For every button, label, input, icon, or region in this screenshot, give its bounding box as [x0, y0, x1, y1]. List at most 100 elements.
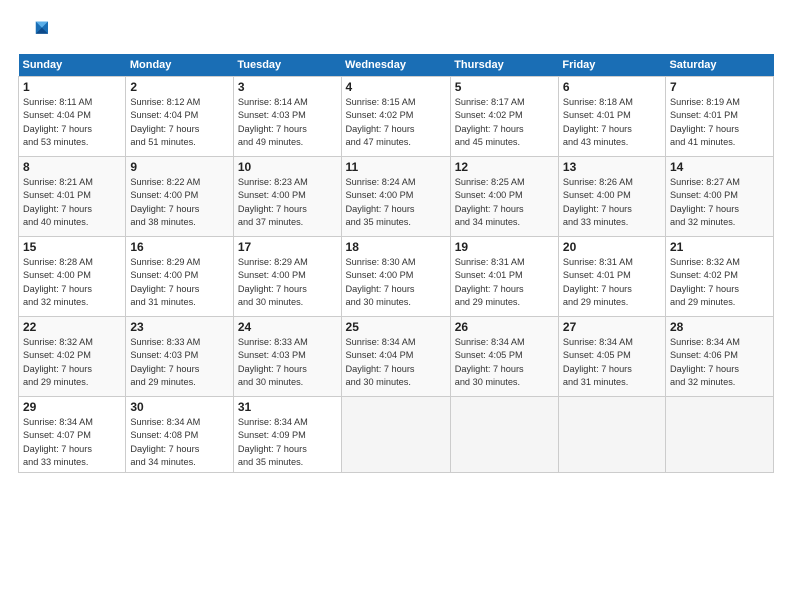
col-header-friday: Friday — [558, 54, 665, 77]
day-info: Sunrise: 8:18 AM Sunset: 4:01 PM Dayligh… — [563, 96, 661, 149]
daylight-label: Daylight: 7 hours — [23, 364, 92, 374]
daylight-label: Daylight: 7 hours — [23, 444, 92, 454]
day-cell: 3 Sunrise: 8:14 AM Sunset: 4:03 PM Dayli… — [233, 77, 341, 157]
daylight-minutes: and 49 minutes. — [238, 137, 303, 147]
day-info: Sunrise: 8:21 AM Sunset: 4:01 PM Dayligh… — [23, 176, 121, 229]
day-number: 28 — [670, 320, 769, 334]
day-number: 26 — [455, 320, 554, 334]
daylight-minutes: and 30 minutes. — [455, 377, 520, 387]
daylight-minutes: and 33 minutes. — [23, 457, 88, 467]
day-info: Sunrise: 8:34 AM Sunset: 4:09 PM Dayligh… — [238, 416, 337, 469]
day-cell: 27 Sunrise: 8:34 AM Sunset: 4:05 PM Dayl… — [558, 317, 665, 397]
daylight-minutes: and 41 minutes. — [670, 137, 735, 147]
daylight-label: Daylight: 7 hours — [346, 204, 415, 214]
day-cell: 17 Sunrise: 8:29 AM Sunset: 4:00 PM Dayl… — [233, 237, 341, 317]
day-cell: 13 Sunrise: 8:26 AM Sunset: 4:00 PM Dayl… — [558, 157, 665, 237]
sunset-label: Sunset: 4:00 PM — [130, 270, 198, 280]
daylight-label: Daylight: 7 hours — [455, 364, 524, 374]
sunset-label: Sunset: 4:02 PM — [670, 270, 738, 280]
day-cell: 20 Sunrise: 8:31 AM Sunset: 4:01 PM Dayl… — [558, 237, 665, 317]
day-info: Sunrise: 8:31 AM Sunset: 4:01 PM Dayligh… — [563, 256, 661, 309]
daylight-minutes: and 38 minutes. — [130, 217, 195, 227]
header-row: SundayMondayTuesdayWednesdayThursdayFrid… — [19, 54, 774, 77]
sunrise-label: Sunrise: 8:18 AM — [563, 97, 633, 107]
sunset-label: Sunset: 4:02 PM — [23, 350, 91, 360]
day-number: 8 — [23, 160, 121, 174]
day-number: 20 — [563, 240, 661, 254]
daylight-label: Daylight: 7 hours — [238, 444, 307, 454]
daylight-minutes: and 30 minutes. — [238, 297, 303, 307]
day-info: Sunrise: 8:28 AM Sunset: 4:00 PM Dayligh… — [23, 256, 121, 309]
sunrise-label: Sunrise: 8:34 AM — [346, 337, 416, 347]
sunset-label: Sunset: 4:00 PM — [23, 270, 91, 280]
day-cell: 22 Sunrise: 8:32 AM Sunset: 4:02 PM Dayl… — [19, 317, 126, 397]
sunrise-label: Sunrise: 8:32 AM — [23, 337, 93, 347]
daylight-label: Daylight: 7 hours — [563, 284, 632, 294]
sunset-label: Sunset: 4:09 PM — [238, 430, 306, 440]
daylight-label: Daylight: 7 hours — [238, 284, 307, 294]
day-info: Sunrise: 8:22 AM Sunset: 4:00 PM Dayligh… — [130, 176, 229, 229]
day-number: 6 — [563, 80, 661, 94]
day-info: Sunrise: 8:34 AM Sunset: 4:06 PM Dayligh… — [670, 336, 769, 389]
sunrise-label: Sunrise: 8:33 AM — [130, 337, 200, 347]
daylight-label: Daylight: 7 hours — [670, 124, 739, 134]
day-cell: 12 Sunrise: 8:25 AM Sunset: 4:00 PM Dayl… — [450, 157, 558, 237]
day-number: 22 — [23, 320, 121, 334]
daylight-minutes: and 30 minutes. — [346, 377, 411, 387]
daylight-label: Daylight: 7 hours — [670, 284, 739, 294]
day-cell: 11 Sunrise: 8:24 AM Sunset: 4:00 PM Dayl… — [341, 157, 450, 237]
sunrise-label: Sunrise: 8:29 AM — [130, 257, 200, 267]
day-info: Sunrise: 8:23 AM Sunset: 4:00 PM Dayligh… — [238, 176, 337, 229]
daylight-label: Daylight: 7 hours — [455, 284, 524, 294]
daylight-minutes: and 53 minutes. — [23, 137, 88, 147]
daylight-minutes: and 30 minutes. — [238, 377, 303, 387]
day-number: 1 — [23, 80, 121, 94]
day-info: Sunrise: 8:15 AM Sunset: 4:02 PM Dayligh… — [346, 96, 446, 149]
day-number: 4 — [346, 80, 446, 94]
sunset-label: Sunset: 4:00 PM — [563, 190, 631, 200]
day-info: Sunrise: 8:34 AM Sunset: 4:04 PM Dayligh… — [346, 336, 446, 389]
sunset-label: Sunset: 4:05 PM — [563, 350, 631, 360]
daylight-label: Daylight: 7 hours — [23, 204, 92, 214]
sunset-label: Sunset: 4:00 PM — [130, 190, 198, 200]
day-number: 17 — [238, 240, 337, 254]
sunrise-label: Sunrise: 8:34 AM — [455, 337, 525, 347]
logo-icon — [18, 18, 50, 46]
daylight-label: Daylight: 7 hours — [455, 124, 524, 134]
day-cell — [665, 397, 773, 473]
daylight-label: Daylight: 7 hours — [23, 124, 92, 134]
daylight-label: Daylight: 7 hours — [23, 284, 92, 294]
sunset-label: Sunset: 4:01 PM — [563, 110, 631, 120]
day-number: 30 — [130, 400, 229, 414]
daylight-label: Daylight: 7 hours — [130, 204, 199, 214]
daylight-label: Daylight: 7 hours — [130, 284, 199, 294]
day-number: 19 — [455, 240, 554, 254]
sunset-label: Sunset: 4:04 PM — [23, 110, 91, 120]
day-number: 23 — [130, 320, 229, 334]
day-cell: 18 Sunrise: 8:30 AM Sunset: 4:00 PM Dayl… — [341, 237, 450, 317]
week-row-3: 15 Sunrise: 8:28 AM Sunset: 4:00 PM Dayl… — [19, 237, 774, 317]
sunrise-label: Sunrise: 8:30 AM — [346, 257, 416, 267]
sunrise-label: Sunrise: 8:26 AM — [563, 177, 633, 187]
daylight-label: Daylight: 7 hours — [346, 124, 415, 134]
sunset-label: Sunset: 4:01 PM — [563, 270, 631, 280]
sunset-label: Sunset: 4:07 PM — [23, 430, 91, 440]
day-number: 27 — [563, 320, 661, 334]
sunset-label: Sunset: 4:03 PM — [130, 350, 198, 360]
daylight-minutes: and 34 minutes. — [455, 217, 520, 227]
day-cell: 19 Sunrise: 8:31 AM Sunset: 4:01 PM Dayl… — [450, 237, 558, 317]
daylight-minutes: and 51 minutes. — [130, 137, 195, 147]
day-cell: 31 Sunrise: 8:34 AM Sunset: 4:09 PM Dayl… — [233, 397, 341, 473]
day-number: 7 — [670, 80, 769, 94]
day-number: 5 — [455, 80, 554, 94]
daylight-minutes: and 33 minutes. — [563, 217, 628, 227]
daylight-minutes: and 37 minutes. — [238, 217, 303, 227]
day-info: Sunrise: 8:33 AM Sunset: 4:03 PM Dayligh… — [238, 336, 337, 389]
sunrise-label: Sunrise: 8:28 AM — [23, 257, 93, 267]
day-cell: 25 Sunrise: 8:34 AM Sunset: 4:04 PM Dayl… — [341, 317, 450, 397]
daylight-label: Daylight: 7 hours — [563, 124, 632, 134]
sunrise-label: Sunrise: 8:29 AM — [238, 257, 308, 267]
sunrise-label: Sunrise: 8:34 AM — [130, 417, 200, 427]
day-info: Sunrise: 8:33 AM Sunset: 4:03 PM Dayligh… — [130, 336, 229, 389]
day-info: Sunrise: 8:27 AM Sunset: 4:00 PM Dayligh… — [670, 176, 769, 229]
